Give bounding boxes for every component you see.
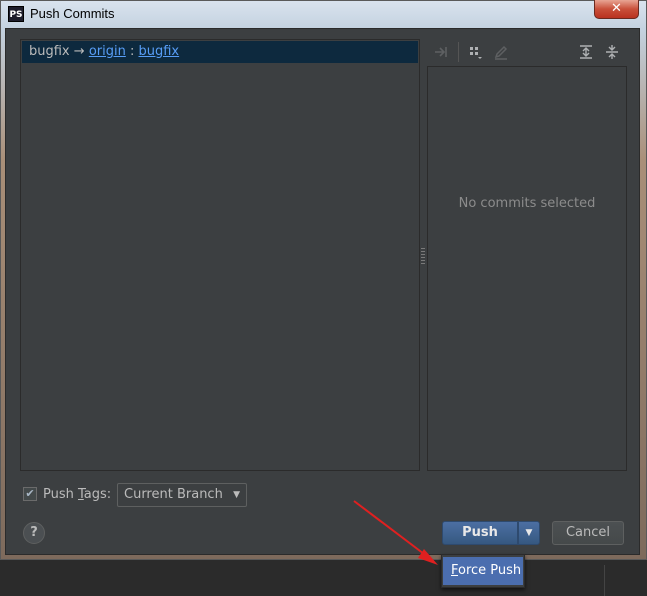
annotation-arrow	[353, 500, 438, 565]
